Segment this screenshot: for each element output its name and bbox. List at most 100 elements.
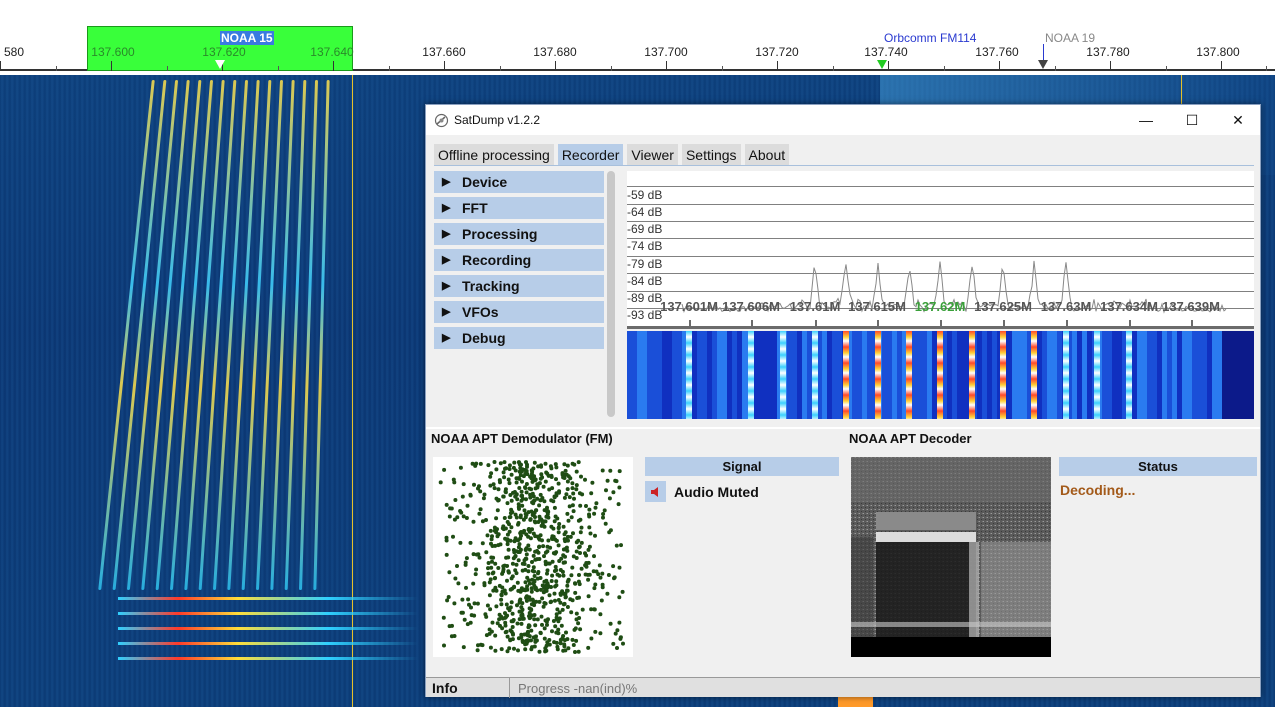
constellation-point <box>481 496 486 501</box>
noaa15-station-label[interactable]: NOAA 15 <box>220 31 274 45</box>
constellation-point <box>520 613 525 618</box>
tab-recorder[interactable]: Recorder <box>557 144 624 166</box>
sidebar-item-processing[interactable]: ▶ Processing <box>434 223 604 245</box>
noaa19-station-label[interactable]: NOAA 19 <box>1045 31 1095 45</box>
constellation-point <box>562 532 567 537</box>
constellation-point <box>545 512 550 517</box>
constellation-point <box>549 524 554 529</box>
constellation-point <box>511 556 516 561</box>
sidebar-item-device[interactable]: ▶ Device <box>434 171 604 193</box>
constellation-point <box>571 509 576 514</box>
constellation-point <box>537 599 542 604</box>
constellation-point <box>617 620 622 625</box>
frequency-ruler[interactable]: NOAA 15 580 137.600 137.620 137.640 137.… <box>0 0 1275 75</box>
freq-label: 137.615M <box>848 299 906 314</box>
constellation-point <box>503 611 507 616</box>
signal-header: Signal <box>645 457 839 476</box>
section-divider <box>426 427 1260 429</box>
constellation-point <box>507 608 512 613</box>
constellation-point <box>555 644 560 649</box>
constellation-point <box>552 569 557 573</box>
recorder-waterfall[interactable] <box>627 331 1254 419</box>
waterfall-signal-column <box>780 331 786 419</box>
constellation-point <box>550 536 554 541</box>
constellation-point <box>578 530 583 535</box>
window-titlebar[interactable]: SatDump v1.2.2 — ☐ ✕ <box>426 105 1260 135</box>
constellation-point <box>501 494 506 499</box>
constellation-point <box>545 568 550 573</box>
tab-about[interactable]: About <box>744 144 790 166</box>
tab-offline-processing[interactable]: Offline processing <box>434 144 554 166</box>
constellation-point <box>463 562 468 567</box>
expand-triangle-icon: ▶ <box>442 306 451 318</box>
constellation-point <box>531 494 536 499</box>
sidebar-scrollbar[interactable] <box>607 171 615 417</box>
audio-mute-button[interactable] <box>645 481 666 502</box>
waterfall-hotspot <box>838 697 873 707</box>
constellation-point <box>536 464 541 469</box>
constellation-point <box>598 612 603 617</box>
minimize-button[interactable]: — <box>1123 105 1169 135</box>
constellation-point <box>561 524 566 529</box>
constellation-point <box>484 614 489 619</box>
constellation-point <box>532 603 537 608</box>
constellation-point <box>480 643 485 648</box>
constellation-point <box>564 545 569 550</box>
constellation-point <box>541 519 546 524</box>
constellation-point <box>482 583 487 588</box>
sidebar-item-tracking[interactable]: ▶ Tracking <box>434 275 604 297</box>
constellation-point <box>497 617 502 622</box>
constellation-point <box>550 486 555 491</box>
constellation-point <box>506 477 511 482</box>
maximize-button[interactable]: ☐ <box>1169 105 1215 135</box>
tab-settings[interactable]: Settings <box>681 144 741 166</box>
constellation-point <box>538 476 543 481</box>
status-separator <box>509 678 510 698</box>
constellation-point <box>496 566 501 570</box>
constellation-point <box>576 621 581 626</box>
constellation-point <box>621 641 625 646</box>
constellation-point <box>490 620 495 625</box>
constellation-point <box>550 573 555 578</box>
constellation-point <box>492 460 497 464</box>
constellation-point <box>528 517 533 522</box>
constellation-point <box>562 537 567 542</box>
expand-triangle-icon: ▶ <box>442 228 451 240</box>
constellation-point <box>565 479 570 484</box>
constellation-point <box>512 460 517 465</box>
status-bar: Info Progress -nan(ind)% <box>426 677 1260 698</box>
ruler-tick-label: 137.740 <box>864 45 908 59</box>
constellation-point <box>597 563 602 568</box>
waterfall-hline <box>118 657 418 660</box>
sidebar-item-vfos[interactable]: ▶ VFOs <box>434 301 604 323</box>
vfo-edge-line <box>1181 75 1182 105</box>
orbcomm-marker-icon[interactable] <box>877 60 887 69</box>
constellation-point <box>576 579 581 584</box>
constellation-point <box>524 497 528 502</box>
constellation-point <box>552 591 557 596</box>
orbcomm-station-label[interactable]: Orbcomm FM114 <box>884 31 976 45</box>
constellation-point <box>510 611 515 616</box>
sidebar-item-label: Recording <box>462 252 532 268</box>
constellation-point <box>578 503 583 508</box>
sidebar-item-fft[interactable]: ▶ FFT <box>434 197 604 219</box>
ruler-tick-label: 137.760 <box>975 45 1019 59</box>
constellation-point <box>499 602 504 607</box>
constellation-point <box>516 648 520 653</box>
sidebar-item-debug[interactable]: ▶ Debug <box>434 327 604 349</box>
noaa15-marker-icon[interactable] <box>215 60 225 69</box>
noaa19-marker-icon[interactable] <box>1038 60 1048 69</box>
constellation-point <box>460 610 465 615</box>
tab-viewer[interactable]: Viewer <box>627 144 678 166</box>
fft-plot[interactable]: -59 dB -64 dB -69 dB -74 dB -79 dB -84 d… <box>627 171 1254 329</box>
constellation-point <box>518 547 523 552</box>
constellation-point <box>574 469 579 474</box>
constellation-point <box>587 507 592 512</box>
constellation-point <box>514 562 519 567</box>
ruler-tick-label: 580 <box>3 45 25 59</box>
close-button[interactable]: ✕ <box>1215 105 1261 135</box>
constellation-point <box>586 594 591 599</box>
sidebar-item-recording[interactable]: ▶ Recording <box>434 249 604 271</box>
constellation-point <box>502 516 507 520</box>
ruler-tick-label: 137.660 <box>422 45 466 59</box>
